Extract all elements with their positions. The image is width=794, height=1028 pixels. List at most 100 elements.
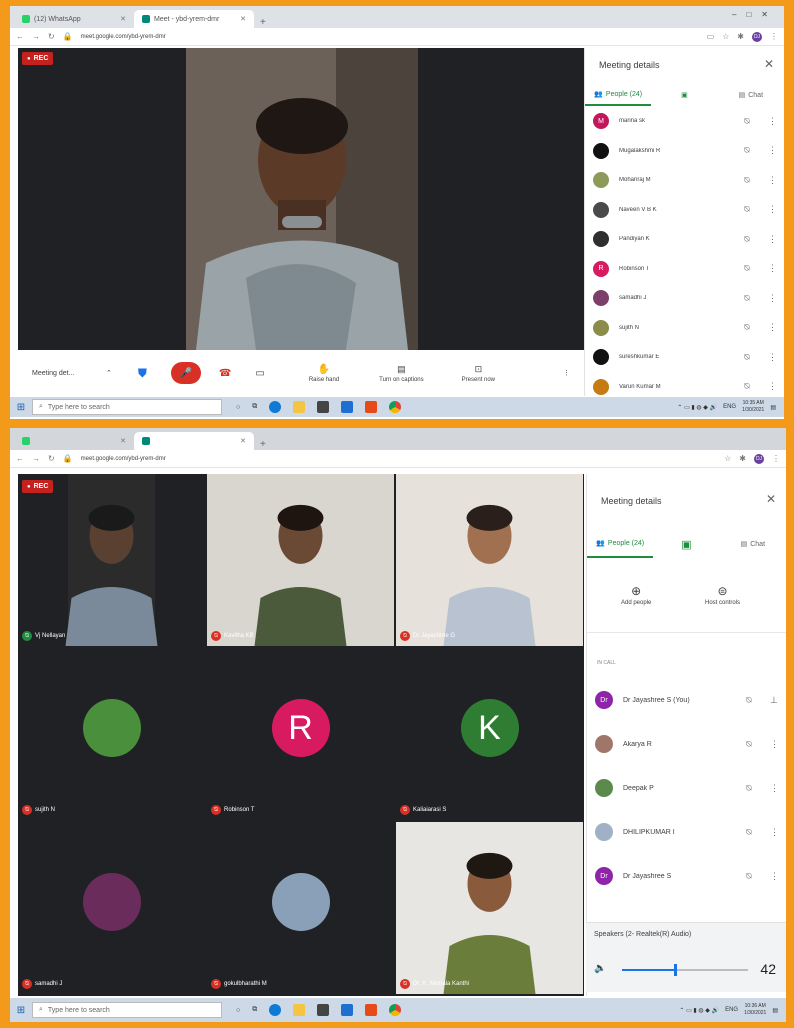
more-options-icon[interactable]: ⋮	[768, 145, 777, 156]
edge-icon[interactable]	[269, 401, 282, 413]
reload-icon[interactable]: ↻	[48, 32, 55, 41]
participant-row[interactable]: sujith N ⍉ ⋮	[593, 319, 777, 337]
tab-activities[interactable]: ▣	[651, 84, 717, 106]
back-icon[interactable]: ←	[16, 32, 24, 41]
store-icon[interactable]	[317, 401, 330, 413]
taskbar-search[interactable]: ⌕ Type here to search	[32, 399, 222, 415]
participant-row[interactable]: DHILIPKUMAR I ⍉ ⋮	[595, 820, 779, 844]
participant-row[interactable]: Mugalakshmi R ⍉ ⋮	[593, 142, 777, 160]
present-button[interactable]: ⊡ Present now	[462, 364, 495, 383]
participant-row[interactable]: Varun Kumar M ⍉ ⋮	[593, 378, 777, 396]
edge-icon[interactable]	[269, 1004, 282, 1016]
chrome-icon[interactable]	[389, 401, 402, 413]
participant-row[interactable]: Mmarina sk ⍉ ⋮	[593, 112, 777, 130]
office-icon[interactable]	[365, 1004, 378, 1016]
mic-off-icon[interactable]: ⍉	[740, 352, 754, 363]
menu-icon[interactable]: ⋮	[772, 454, 780, 463]
office-icon[interactable]	[365, 401, 378, 413]
windows-start-icon[interactable]: ⊞	[10, 402, 32, 413]
host-controls-button[interactable]: ⊜ Host controls	[705, 584, 740, 606]
participant-row[interactable]: Pandiyan K ⍉ ⋮	[593, 230, 777, 248]
file-explorer-icon[interactable]	[293, 401, 306, 413]
file-explorer-icon[interactable]	[293, 1004, 306, 1016]
participant-tile[interactable]: ⍉ Kavitha KB	[207, 474, 394, 646]
tab-chat[interactable]: ▤ Chat	[720, 530, 786, 558]
participant-tile[interactable]: ⍉ Dr Jayashree G	[396, 474, 583, 646]
reload-icon[interactable]: ↻	[48, 454, 55, 463]
mic-off-icon[interactable]: ⍉	[740, 234, 754, 245]
forward-icon[interactable]: →	[32, 32, 40, 41]
more-options-icon[interactable]: ⋮	[768, 234, 777, 245]
tab-people[interactable]: 👥 People (24)	[585, 84, 652, 106]
end-call-icon[interactable]: ☎	[219, 368, 231, 379]
participant-tile[interactable]: ⍉ Vj Nellayan	[18, 474, 205, 646]
tray-icons[interactable]: ⌃ ▭ ▮ ◍ ◆ 🔊	[679, 1007, 719, 1014]
more-options-icon[interactable]: ⋮	[768, 322, 777, 333]
mic-off-icon[interactable]: ⍉	[740, 263, 754, 274]
raise-hand-button[interactable]: ✋ Raise hand	[309, 364, 339, 383]
more-options-icon[interactable]: ⋮	[770, 871, 779, 882]
close-icon[interactable]: ✕	[764, 57, 774, 71]
participant-row[interactable]: sureshkumar E ⍉ ⋮	[593, 348, 777, 366]
mic-off-icon[interactable]: ⍉	[740, 204, 754, 215]
mic-off-button[interactable]: 🎤	[170, 362, 201, 384]
participant-row[interactable]: R Robinson T ⍉ ⋮	[593, 260, 777, 278]
windows-start-icon[interactable]: ⊞	[10, 1005, 32, 1016]
more-options-icon[interactable]: ⋮	[768, 381, 777, 392]
chevron-up-icon[interactable]: ⌃	[106, 369, 112, 377]
new-tab-icon[interactable]: +	[254, 439, 272, 450]
tab-people[interactable]: 👥 People (24)	[587, 530, 654, 558]
menu-icon[interactable]: ⋮	[770, 32, 778, 41]
cortana-icon[interactable]: ○	[236, 1007, 240, 1014]
more-options-icon[interactable]: ⋮	[770, 739, 779, 750]
forward-icon[interactable]: →	[32, 454, 40, 463]
close-tab-icon[interactable]: ✕	[120, 15, 126, 23]
speaker-icon[interactable]: 🔈	[594, 963, 606, 974]
clock[interactable]: 10:35 AM 1/30/2021	[742, 400, 764, 414]
clock[interactable]: 10:36 AM 1/30/2021	[744, 1003, 766, 1017]
participant-row[interactable]: samadhi J ⍉ ⋮	[593, 289, 777, 307]
notification-icon[interactable]: ▤	[770, 404, 776, 411]
extension-icon[interactable]: ✱	[737, 32, 744, 41]
more-options-icon[interactable]: ⋮	[768, 175, 777, 186]
language-indicator[interactable]: ENG	[725, 1007, 738, 1013]
tray-icons[interactable]: ⌃ ▭ ▮ ◍ ◆ 🔊	[677, 404, 717, 411]
mic-off-icon[interactable]: ⍉	[740, 145, 754, 156]
more-options-icon[interactable]: ⋮	[770, 827, 779, 838]
back-icon[interactable]: ←	[16, 454, 24, 463]
camera-icon[interactable]: ▭	[707, 32, 715, 41]
tab-whatsapp[interactable]: ✕	[14, 432, 134, 450]
url-text[interactable]: meet.google.com/ybd-yrem-dmr	[81, 34, 166, 40]
volume-thumb[interactable]	[673, 964, 677, 976]
mic-off-icon[interactable]: ⍉	[740, 116, 754, 127]
extension-icon[interactable]: ✱	[739, 454, 746, 463]
participant-row[interactable]: Mohanraj M ⍉ ⋮	[593, 171, 777, 189]
participant-row[interactable]: Naveen V B K ⍉ ⋮	[593, 201, 777, 219]
taskbar-search[interactable]: ⌕ Type here to search	[32, 1002, 222, 1018]
participant-row[interactable]: Deepak P ⍉ ⋮	[595, 776, 779, 800]
tab-whatsapp[interactable]: (12) WhatsApp ✕	[14, 10, 134, 28]
shield-icon[interactable]: ⛊	[138, 366, 147, 381]
more-options-icon[interactable]: ⋮	[768, 352, 777, 363]
mail-icon[interactable]	[341, 1004, 354, 1016]
mic-off-icon[interactable]: ⍉	[740, 175, 754, 186]
more-options-icon[interactable]: ⋮	[563, 369, 570, 377]
close-tab-icon[interactable]: ✕	[240, 437, 246, 445]
participant-tile[interactable]: ⍉ sujith N	[18, 648, 205, 820]
close-icon[interactable]: ✕	[766, 492, 776, 506]
url-text[interactable]: meet.google.com/ybd-yrem-dmr	[81, 456, 166, 462]
participant-tile[interactable]: K ⍉ Kaliaiarasi S	[396, 648, 583, 820]
tab-meet[interactable]: Meet - ybd-yrem-dmr ✕	[134, 10, 254, 28]
task-view-icon[interactable]: ⧉	[252, 403, 257, 411]
volume-slider[interactable]	[622, 964, 748, 976]
mic-off-icon[interactable]: ⍉	[740, 381, 754, 392]
close-tab-icon[interactable]: ✕	[240, 15, 246, 23]
task-view-icon[interactable]: ⧉	[252, 1006, 257, 1014]
mic-off-icon[interactable]: ⍉	[742, 871, 756, 882]
participant-row[interactable]: Akarya R ⍉ ⋮	[595, 732, 779, 756]
mic-off-icon[interactable]: ⍉	[742, 695, 756, 706]
cortana-icon[interactable]: ○	[236, 404, 240, 411]
participant-tile[interactable]: R ⍉ Robinson T	[207, 648, 394, 820]
new-tab-icon[interactable]: +	[254, 17, 272, 28]
notification-icon[interactable]: ▤	[772, 1007, 778, 1014]
